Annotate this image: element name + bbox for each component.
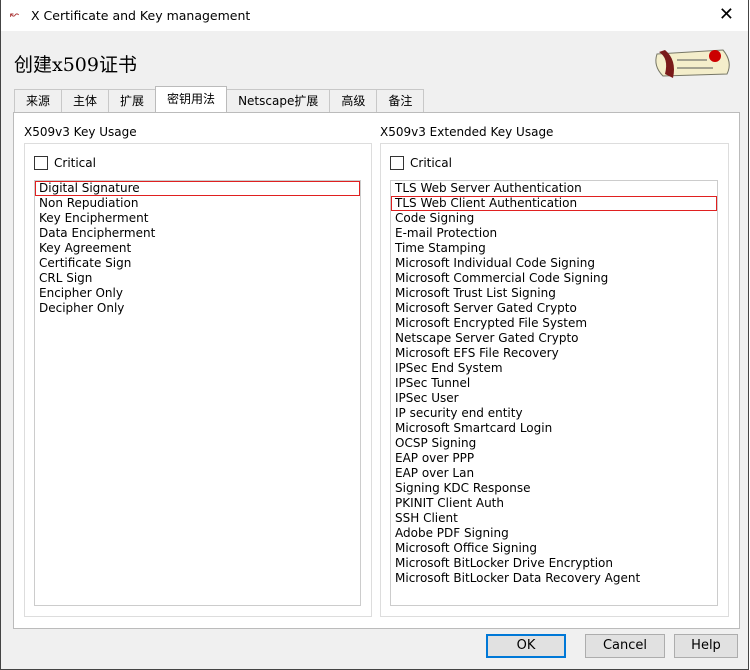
tab-bar: 来源 主体 扩展 密钥用法 Netscape扩展 高级 备注 — [14, 86, 425, 112]
list-item[interactable]: IPSec Tunnel — [391, 376, 717, 391]
list-item[interactable]: CRL Sign — [35, 271, 360, 286]
checkbox-box[interactable] — [34, 156, 48, 170]
tab-1[interactable]: 主体 — [61, 89, 110, 112]
list-item[interactable]: Decipher Only — [35, 301, 360, 316]
list-item[interactable]: Key Encipherment — [35, 211, 360, 226]
list-item[interactable]: Netscape Server Gated Crypto — [391, 331, 717, 346]
list-item[interactable]: SSH Client — [391, 511, 717, 526]
dialog-window: ↜ X Certificate and Key management ✕ 创建x… — [0, 0, 749, 670]
key-usage-panel: X509v3 Key Usage Critical Digital Signat… — [13, 112, 740, 629]
key-usage-list[interactable]: Digital Signature Non Repudiation Key Enci… — [34, 180, 361, 606]
checkbox-label: Critical — [410, 156, 452, 170]
logo-scroll-icon — [655, 49, 730, 78]
list-item[interactable]: Digital Signature — [35, 181, 360, 196]
list-item[interactable]: Data Encipherment — [35, 226, 360, 241]
list-item[interactable]: Microsoft Individual Code Signing — [391, 256, 717, 271]
list-item[interactable]: Code Signing — [391, 211, 717, 226]
list-item[interactable]: IPSec End System — [391, 361, 717, 376]
ok-button[interactable]: OK — [486, 634, 566, 658]
list-item[interactable]: IP security end entity — [391, 406, 717, 421]
key-usage-critical-checkbox[interactable]: Critical — [34, 156, 96, 170]
list-item[interactable]: IPSec User — [391, 391, 717, 406]
list-item[interactable]: EAP over PPP — [391, 451, 717, 466]
list-item[interactable]: E-mail Protection — [391, 226, 717, 241]
list-item[interactable]: OCSP Signing — [391, 436, 717, 451]
list-item[interactable]: Microsoft Encrypted File System — [391, 316, 717, 331]
key-usage-label: X509v3 Key Usage — [24, 125, 137, 139]
app-icon: ↜ — [10, 8, 20, 21]
ext-key-usage-critical-checkbox[interactable]: Critical — [390, 156, 452, 170]
tab-4[interactable]: Netscape扩展 — [226, 89, 331, 112]
list-item[interactable]: Microsoft BitLocker Data Recovery Agent — [391, 571, 717, 586]
window-title: X Certificate and Key management — [31, 8, 251, 23]
list-item[interactable]: TLS Web Server Authentication — [391, 181, 717, 196]
list-item[interactable]: Microsoft Smartcard Login — [391, 421, 717, 436]
ext-key-usage-group: Critical TLS Web Server Authentication TL… — [380, 143, 729, 617]
checkbox-box[interactable] — [390, 156, 404, 170]
page-title: 创建x509证书 — [14, 54, 137, 76]
close-button[interactable]: ✕ — [719, 4, 734, 25]
list-item[interactable]: Microsoft Trust List Signing — [391, 286, 717, 301]
list-item[interactable]: Microsoft Commercial Code Signing — [391, 271, 717, 286]
ext-key-usage-list[interactable]: TLS Web Server Authentication TLS Web Cli… — [390, 180, 718, 606]
list-item[interactable]: Time Stamping — [391, 241, 717, 256]
key-usage-group: Critical Digital Signature Non Repudiatio… — [24, 143, 372, 617]
list-item[interactable]: PKINIT Client Auth — [391, 496, 717, 511]
tab-2[interactable]: 扩展 — [108, 89, 157, 112]
list-item[interactable]: Key Agreement — [35, 241, 360, 256]
ext-key-usage-label: X509v3 Extended Key Usage — [380, 125, 554, 139]
title-bar: ↜ X Certificate and Key management ✕ — [1, 0, 748, 31]
list-item[interactable]: Microsoft Server Gated Crypto — [391, 301, 717, 316]
list-item[interactable]: Microsoft EFS File Recovery — [391, 346, 717, 361]
list-item[interactable]: TLS Web Client Authentication — [391, 196, 717, 211]
list-item[interactable]: Certificate Sign — [35, 256, 360, 271]
tab-3[interactable]: 密钥用法 — [155, 86, 228, 112]
list-item[interactable]: Signing KDC Response — [391, 481, 717, 496]
tab-5[interactable]: 高级 — [329, 89, 378, 112]
checkbox-label: Critical — [54, 156, 96, 170]
cancel-button[interactable]: Cancel — [585, 634, 665, 658]
tab-6[interactable]: 备注 — [376, 89, 425, 112]
list-item[interactable]: EAP over Lan — [391, 466, 717, 481]
list-item[interactable]: Encipher Only — [35, 286, 360, 301]
list-item[interactable]: Microsoft Office Signing — [391, 541, 717, 556]
list-item[interactable]: Microsoft BitLocker Drive Encryption — [391, 556, 717, 571]
list-item[interactable]: Adobe PDF Signing — [391, 526, 717, 541]
tab-0[interactable]: 来源 — [14, 89, 63, 112]
list-item[interactable]: Non Repudiation — [35, 196, 360, 211]
help-button[interactable]: Help — [674, 634, 738, 658]
